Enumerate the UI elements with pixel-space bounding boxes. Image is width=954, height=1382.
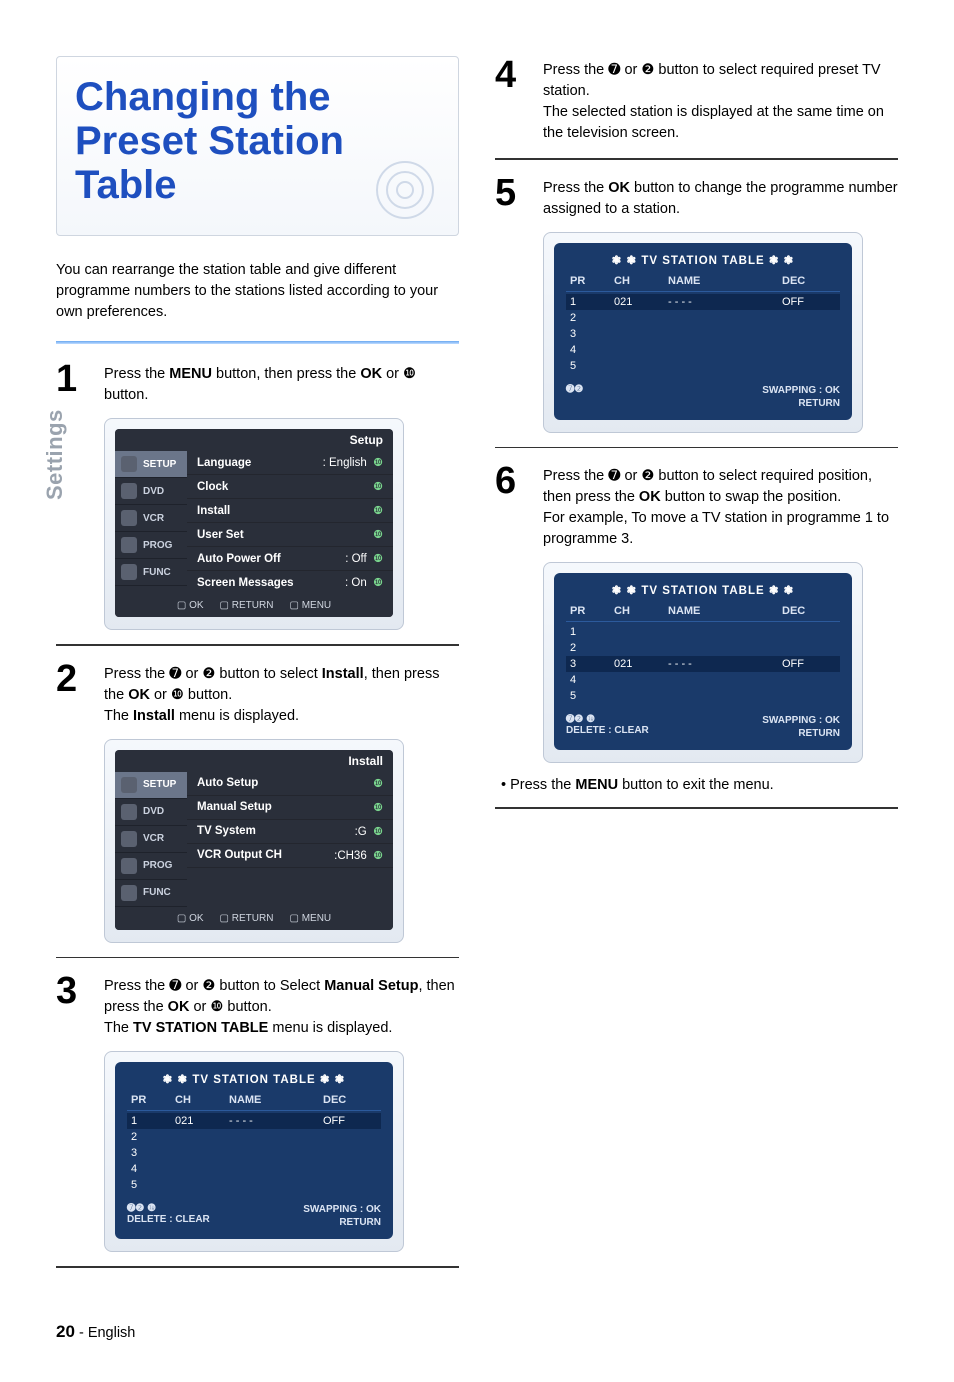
table-title: ❃ ❃ TV STATION TABLE ❃ ❃ (127, 1072, 381, 1086)
table-row: 3 (566, 326, 840, 342)
step-number: 1 (56, 360, 90, 406)
rings-decoration (370, 155, 440, 225)
osd-footer: ▢ OK ▢ RETURN ▢ MENU (115, 907, 393, 930)
osd-tab-func: FUNC (115, 880, 187, 907)
osd-tab-dvd: DVD (115, 478, 187, 505)
table-title: ❃ ❃ TV STATION TABLE ❃ ❃ (566, 253, 840, 267)
osd-row: Auto Setup❿ (187, 772, 393, 796)
osd-tab-func: FUNC (115, 559, 187, 586)
step-number: 3 (56, 972, 90, 1039)
osd-row: Language: English ❿ (187, 451, 393, 475)
table-footer: ➐❷ ❿DELETE : CLEAR SWAPPING : OKRETURN (566, 704, 840, 740)
osd-row: User Set❿ (187, 523, 393, 547)
section-label: Settings (42, 409, 68, 500)
divider (56, 957, 459, 959)
osd-tab-vcr: VCR (115, 505, 187, 532)
table-row: 1021- - - -OFF (566, 294, 840, 310)
table-row: 2 (127, 1129, 381, 1145)
osd-setup-panel: Setup SETUP DVD VCR PROG FUNC Language: … (104, 418, 404, 630)
table-row: 5 (566, 358, 840, 374)
step-number: 4 (495, 56, 529, 144)
table-footer: ➐❷ ❿DELETE : CLEAR SWAPPING : OKRETURN (127, 1193, 381, 1229)
table-title: ❃ ❃ TV STATION TABLE ❃ ❃ (566, 583, 840, 597)
station-table-panel-3: ❃ ❃ TV STATION TABLE ❃ ❃ PRCHNAMEDEC 123… (543, 562, 863, 763)
step-3: 3 Press the ➐ or ❷ button to Select Manu… (56, 972, 459, 1039)
step-5: 5 Press the OK button to change the prog… (495, 174, 898, 220)
table-row: 1 (566, 624, 840, 640)
osd-row: TV System:G ❿ (187, 820, 393, 844)
divider (56, 1266, 459, 1268)
station-table-panel-2: ❃ ❃ TV STATION TABLE ❃ ❃ PRCHNAMEDEC 102… (543, 232, 863, 433)
page-title: Changing the Preset Station Table (56, 56, 459, 236)
osd-row (187, 868, 393, 890)
divider (495, 158, 898, 160)
table-row: 4 (566, 672, 840, 688)
osd-title: Install (115, 750, 393, 772)
divider (56, 644, 459, 646)
osd-row: Install❿ (187, 499, 393, 523)
osd-tab-vcr: VCR (115, 826, 187, 853)
step-number: 6 (495, 462, 529, 550)
osd-tab-setup: SETUP (115, 451, 187, 478)
osd-tab-dvd: DVD (115, 799, 187, 826)
table-row: 4 (127, 1161, 381, 1177)
osd-tab-setup: SETUP (115, 772, 187, 799)
intro-text: You can rearrange the station table and … (56, 260, 459, 323)
table-row: 2 (566, 640, 840, 656)
table-row: 2 (566, 310, 840, 326)
osd-tab-prog: PROG (115, 853, 187, 880)
step-number: 5 (495, 174, 529, 220)
table-row: 3 (127, 1145, 381, 1161)
station-table-panel-1: ❃ ❃ TV STATION TABLE ❃ ❃ PRCHNAMEDEC 102… (104, 1051, 404, 1252)
page-footer: 20 - English (56, 1322, 898, 1342)
osd-install-panel: Install SETUP DVD VCR PROG FUNC Auto Set… (104, 739, 404, 943)
table-header: PRCHNAMEDEC (566, 603, 840, 622)
divider (495, 447, 898, 449)
table-row: 5 (566, 688, 840, 704)
step-6: 6 Press the ➐ or ❷ button to select requ… (495, 462, 898, 550)
table-row: 3021- - - -OFF (566, 656, 840, 672)
exit-note: • Press the MENU button to exit the menu… (501, 777, 898, 793)
osd-title: Setup (115, 429, 393, 451)
osd-row: Clock❿ (187, 475, 393, 499)
osd-row: Manual Setup❿ (187, 796, 393, 820)
table-row: 5 (127, 1177, 381, 1193)
osd-tab-prog: PROG (115, 532, 187, 559)
divider (56, 341, 459, 344)
osd-row: Screen Messages: On ❿ (187, 571, 393, 594)
table-header: PRCHNAMEDEC (566, 273, 840, 292)
table-footer: ➐❷ SWAPPING : OKRETURN (566, 374, 840, 410)
table-row: 1021- - - -OFF (127, 1113, 381, 1129)
osd-row: VCR Output CH:CH36 ❿ (187, 844, 393, 868)
table-row: 4 (566, 342, 840, 358)
osd-row: Auto Power Off: Off ❿ (187, 547, 393, 571)
osd-footer: ▢ OK ▢ RETURN ▢ MENU (115, 594, 393, 617)
table-header: PRCHNAMEDEC (127, 1092, 381, 1111)
step-4: 4 Press the ➐ or ❷ button to select requ… (495, 56, 898, 144)
step-number: 2 (56, 660, 90, 727)
step-1: 1 Press the MENU button, then press the … (56, 360, 459, 406)
step-2: 2 Press the ➐ or ❷ button to select Inst… (56, 660, 459, 727)
divider (495, 807, 898, 809)
